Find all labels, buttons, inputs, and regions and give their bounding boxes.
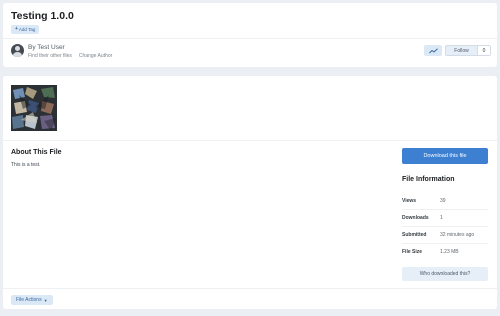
- avatar[interactable]: [11, 44, 24, 57]
- about-heading: About This File: [11, 149, 62, 156]
- follow-button[interactable]: Follow 0: [445, 45, 491, 56]
- who-downloaded-button[interactable]: Who downloaded this?: [402, 267, 488, 281]
- file-info-heading: File Information: [402, 176, 455, 183]
- change-author-link[interactable]: Change Author: [79, 53, 112, 59]
- info-row-views: Views 39: [402, 193, 488, 209]
- line-chart-icon: [428, 47, 438, 53]
- file-content: About This File This is a test. Download…: [3, 76, 497, 309]
- footer-divider: [3, 288, 497, 289]
- follow-label: Follow: [454, 47, 469, 54]
- follow-count: 0: [477, 46, 490, 55]
- info-value: 1.23 MB: [440, 249, 459, 255]
- info-row-file-size: File Size 1.23 MB: [402, 244, 488, 260]
- file-actions-label: File Actions: [16, 297, 42, 303]
- header-divider: [3, 38, 497, 39]
- content-divider: [3, 140, 497, 141]
- add-tag-label: Add Tag: [18, 27, 36, 32]
- add-tag-button[interactable]: + Add Tag: [11, 25, 40, 34]
- file-header: Testing 1.0.0 + Add Tag By Test User Fin…: [3, 3, 497, 67]
- info-value: 32 minutes ago: [440, 232, 475, 238]
- file-actions-button[interactable]: File Actions ▼: [11, 295, 53, 305]
- file-screenshot[interactable]: [11, 85, 57, 131]
- info-value: 1: [440, 215, 443, 221]
- info-label: Submitted: [402, 232, 427, 238]
- info-label: Downloads: [402, 215, 429, 221]
- file-description: This is a test.: [11, 162, 41, 168]
- screenshot-image: [11, 85, 57, 131]
- info-label: File Size: [402, 249, 423, 255]
- find-other-files-link[interactable]: Find their other files: [28, 53, 72, 59]
- plus-icon: +: [15, 26, 18, 32]
- info-row-submitted: Submitted 32 minutes ago: [402, 227, 488, 243]
- info-value: 39: [440, 198, 446, 204]
- author-line[interactable]: By Test User: [28, 44, 65, 51]
- stats-button[interactable]: [424, 45, 442, 56]
- download-button[interactable]: Download this file: [402, 148, 488, 164]
- info-row-downloads: Downloads 1: [402, 210, 488, 226]
- page-title: Testing 1.0.0: [11, 10, 74, 22]
- info-label: Views: [402, 198, 417, 204]
- caret-down-icon: ▼: [43, 297, 48, 303]
